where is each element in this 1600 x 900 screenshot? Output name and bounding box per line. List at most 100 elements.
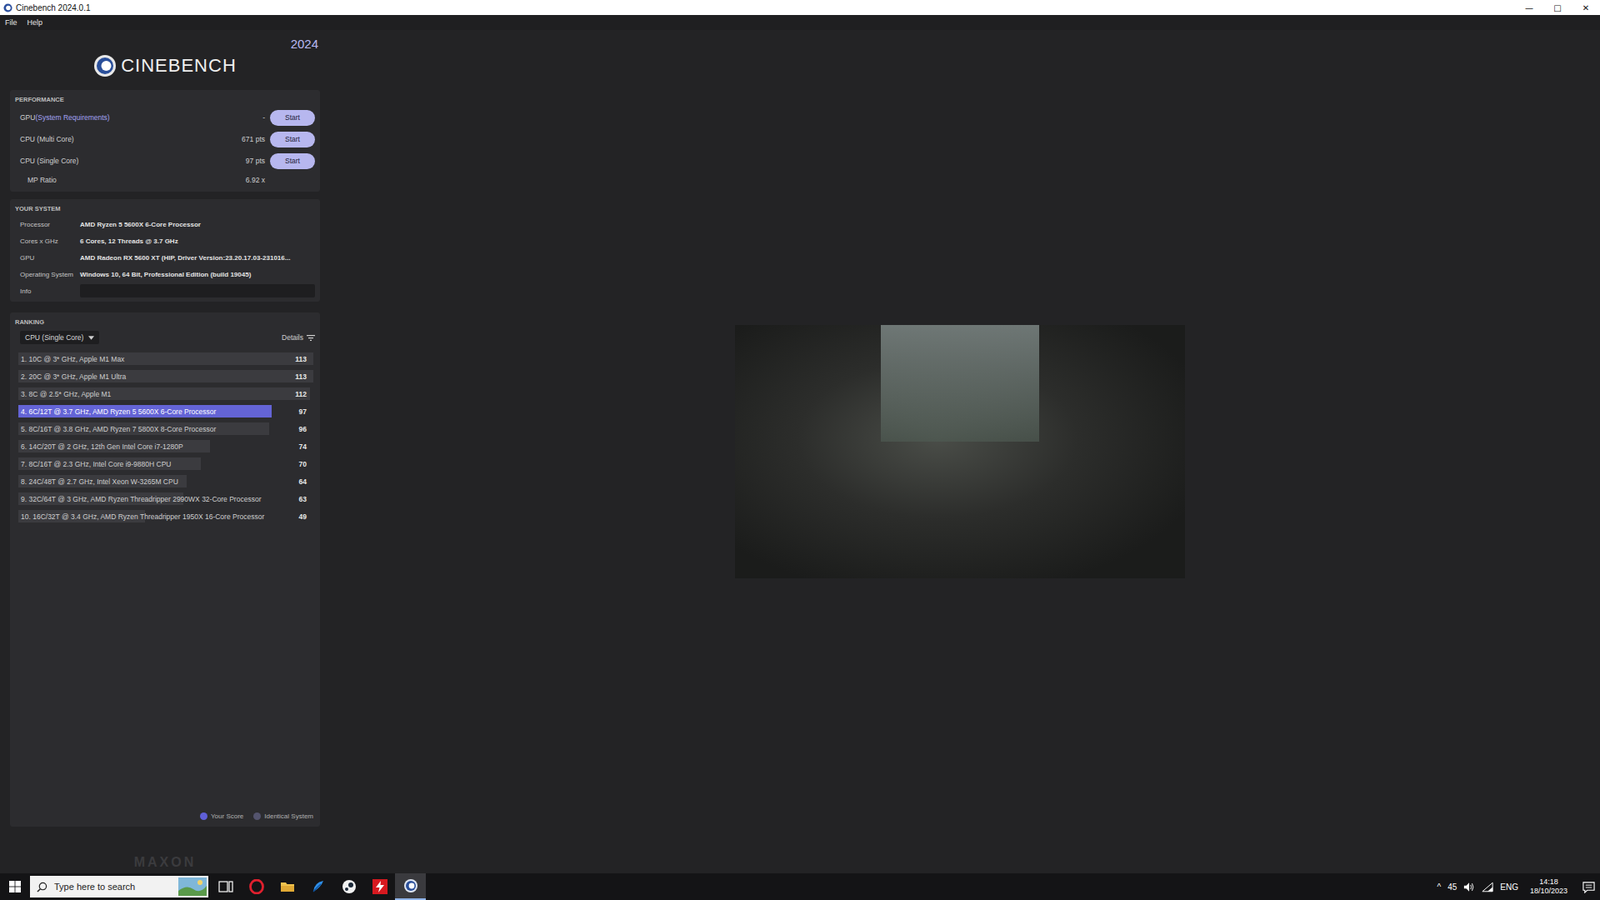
ranking-row[interactable]: 7. 8C/16T @ 2.3 GHz, Intel Core i9-9880H… (18, 457, 314, 470)
ranking-label: 2. 20C @ 3* GHz, Apple M1 Ultra (20, 372, 295, 381)
ranking-score: 74 (299, 442, 307, 451)
system-label: Cores x GHz (15, 237, 80, 245)
title-bar: Cinebench 2024.0.1 —□✕ (0, 0, 1600, 15)
folder-icon (280, 879, 295, 895)
window-control[interactable]: — (1515, 0, 1544, 15)
ranking-row[interactable]: 8. 24C/48T @ 2.7 GHz, Intel Xeon W-3265M… (18, 475, 314, 488)
search-placeholder: Type here to search (54, 881, 172, 892)
taskbar-app[interactable] (364, 873, 395, 900)
ranking-row[interactable]: 3. 8C @ 2.5* GHz, Apple M1 112 (18, 387, 314, 400)
title-group: Cinebench 2024.0.1 (0, 3, 91, 13)
language[interactable]: ENG (1500, 882, 1519, 892)
ranking-label: 7. 8C/16T @ 2.3 GHz, Intel Core i9-9880H… (20, 460, 300, 469)
system-row: Operating System Windows 10, 64 Bit, Pro… (15, 265, 315, 283)
dropdown-value: CPU (Single Core) (25, 333, 84, 342)
ranking-row[interactable]: 4. 6C/12T @ 3.7 GHz, AMD Ryzen 5 5600X 6… (18, 405, 314, 418)
mp-ratio-row: MP Ratio 6.92 x (15, 171, 315, 189)
ranking-toolbar: CPU (Single Core) Details (15, 329, 315, 353)
ranking-label: 6. 14C/20T @ 2 GHz, 12th Gen Intel Core … (20, 442, 300, 451)
start-button[interactable]: Start (270, 131, 315, 148)
ranking-label: 4. 6C/12T @ 3.7 GHz, AMD Ryzen 5 5600X 6… (20, 407, 300, 416)
legend-item: Identical System (253, 812, 314, 820)
taskbar: Type here to search ^ 45 ENG 14:18 18/10… (0, 873, 1600, 900)
ranking-row[interactable]: 9. 32C/64T @ 3 GHz, AMD Ryzen Threadripp… (18, 492, 314, 505)
menu-item[interactable]: File (5, 18, 18, 27)
speaker-icon[interactable] (1463, 881, 1475, 893)
search-box[interactable]: Type here to search (30, 875, 209, 898)
start-button[interactable] (0, 873, 30, 900)
task-view-icon (218, 879, 234, 895)
ranking-row[interactable]: 2. 20C @ 3* GHz, Apple M1 Ultra 113 (18, 370, 314, 383)
opera-icon (249, 879, 265, 895)
taskbar-app[interactable] (271, 873, 303, 900)
system-panel: YOUR SYSTEM Processor AMD Ryzen 5 5600X … (10, 199, 320, 302)
ranking-label: 10. 16C/32T @ 3.4 GHz, AMD Ryzen Threadr… (20, 512, 300, 521)
ranking-row[interactable]: 6. 14C/20T @ 2 GHz, 12th Gen Intel Core … (18, 440, 314, 453)
taskbar-app[interactable] (395, 873, 426, 900)
ranking-score: 64 (299, 477, 307, 486)
clock[interactable]: 14:18 18/10/2023 (1525, 877, 1573, 897)
clock-date: 18/10/2023 (1530, 886, 1568, 896)
main-area: CINEBENCH 2024 PERFORMANCE GPU(System Re… (0, 30, 1600, 874)
temperature[interactable]: 45 (1447, 882, 1457, 892)
system-label: Operating System (15, 270, 80, 279)
panel-title: PERFORMANCE (15, 93, 315, 107)
requirements-link[interactable]: (System Requirements) (35, 113, 110, 122)
ranking-dropdown[interactable]: CPU (Single Core) (20, 330, 100, 345)
render-area (320, 30, 1600, 874)
legend-item: Your Score (200, 812, 244, 820)
window-control[interactable]: □ (1543, 0, 1572, 15)
ranking-score: 113 (295, 372, 307, 381)
ranking-score: 97 (299, 407, 307, 416)
taskbar-app[interactable] (333, 873, 365, 900)
benchmark-label: CPU (Single Core) (15, 156, 241, 165)
taskbar-app[interactable] (302, 873, 334, 900)
ranking-list: 1. 10C @ 3* GHz, Apple M1 Max 1132. 20C … (15, 352, 315, 523)
benchmark-label: GPU(System Requirements) (15, 113, 258, 122)
menu-item[interactable]: Help (27, 18, 44, 27)
render-preview (735, 325, 1185, 579)
system-tray: ^ 45 ENG 14:18 18/10/2023 (1436, 873, 1600, 900)
logo-text: CINEBENCH (120, 55, 237, 77)
caret-icon (88, 335, 95, 340)
cinebench-icon (3, 3, 13, 13)
info-input[interactable] (80, 284, 315, 298)
search-icon (36, 881, 48, 893)
ranking-label: 8. 24C/48T @ 2.7 GHz, Intel Xeon W-3265M… (20, 477, 300, 486)
window-control[interactable]: ✕ (1571, 0, 1600, 15)
ranking-row[interactable]: 10. 16C/32T @ 3.4 GHz, AMD Ryzen Threadr… (18, 510, 314, 523)
mp-ratio-label: MP Ratio (15, 175, 241, 185)
system-row: Cores x GHz 6 Cores, 12 Threads @ 3.7 GH… (15, 232, 315, 250)
taskbar-app[interactable] (240, 873, 272, 900)
ranking-row[interactable]: 1. 10C @ 3* GHz, Apple M1 Max 113 (18, 352, 314, 365)
benchmark-row: CPU (Single Core) 97 pts Start (15, 150, 315, 172)
logo-header: CINEBENCH 2024 (10, 30, 320, 90)
network-icon[interactable] (1481, 881, 1494, 893)
taskbar-app[interactable] (210, 873, 241, 900)
notification-icon[interactable] (1582, 880, 1595, 894)
windows-icon (9, 880, 21, 893)
details-button[interactable]: Details (281, 333, 315, 342)
maxon-logo: MAXON (134, 855, 197, 870)
system-value: AMD Radeon RX 5600 XT (HIP, Driver Versi… (80, 254, 315, 262)
panel-title: YOUR SYSTEM (15, 202, 315, 216)
ranking-score: 63 (299, 495, 307, 504)
benchmark-row: CPU (Multi Core) 671 pts Start (15, 128, 315, 150)
tray-chevron[interactable]: ^ (1436, 882, 1441, 892)
start-button[interactable]: Start (270, 153, 315, 170)
system-row: Processor AMD Ryzen 5 5600X 6-Core Proce… (15, 215, 315, 233)
ranking-row[interactable]: 5. 8C/16T @ 3.8 GHz, AMD Ryzen 7 5800X 8… (18, 422, 314, 435)
ranking-score: 113 (295, 355, 307, 364)
benchmark-label: CPU (Multi Core) (15, 135, 237, 144)
ranking-label: 1. 10C @ 3* GHz, Apple M1 Max (20, 355, 295, 364)
benchmark-score: 671 pts (241, 135, 265, 144)
ranking-score: 112 (295, 390, 307, 399)
render-window-light (880, 325, 1040, 442)
start-button[interactable]: Start (270, 110, 315, 126)
clock-time: 14:18 (1539, 877, 1559, 887)
left-column: CINEBENCH 2024 PERFORMANCE GPU(System Re… (0, 30, 320, 874)
menu-bar: File Help (0, 15, 1600, 30)
version-year: 2024 (290, 36, 320, 51)
performance-panel: PERFORMANCE GPU(System Requirements) - S… (10, 90, 320, 192)
cinebench-window: Cinebench 2024.0.1 —□✕ File Help CINEBENC… (0, 0, 1600, 900)
